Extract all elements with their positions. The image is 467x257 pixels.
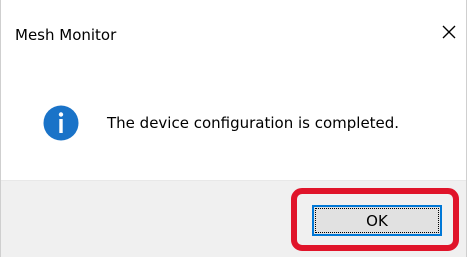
title-bar: Mesh Monitor (1, 0, 466, 56)
window-title: Mesh Monitor (15, 26, 117, 44)
message-text: The device configuration is completed. (107, 114, 400, 132)
message-dialog: Mesh Monitor The device configuration is… (0, 0, 467, 257)
close-button[interactable] (436, 18, 462, 46)
info-icon (43, 105, 79, 141)
ok-button-label: OK (366, 211, 388, 230)
close-icon (442, 25, 456, 39)
dialog-content: The device configuration is completed. (1, 56, 466, 180)
button-bar: OK (1, 180, 466, 257)
ok-button[interactable]: OK (312, 205, 442, 236)
focus-rectangle: OK (315, 208, 439, 233)
